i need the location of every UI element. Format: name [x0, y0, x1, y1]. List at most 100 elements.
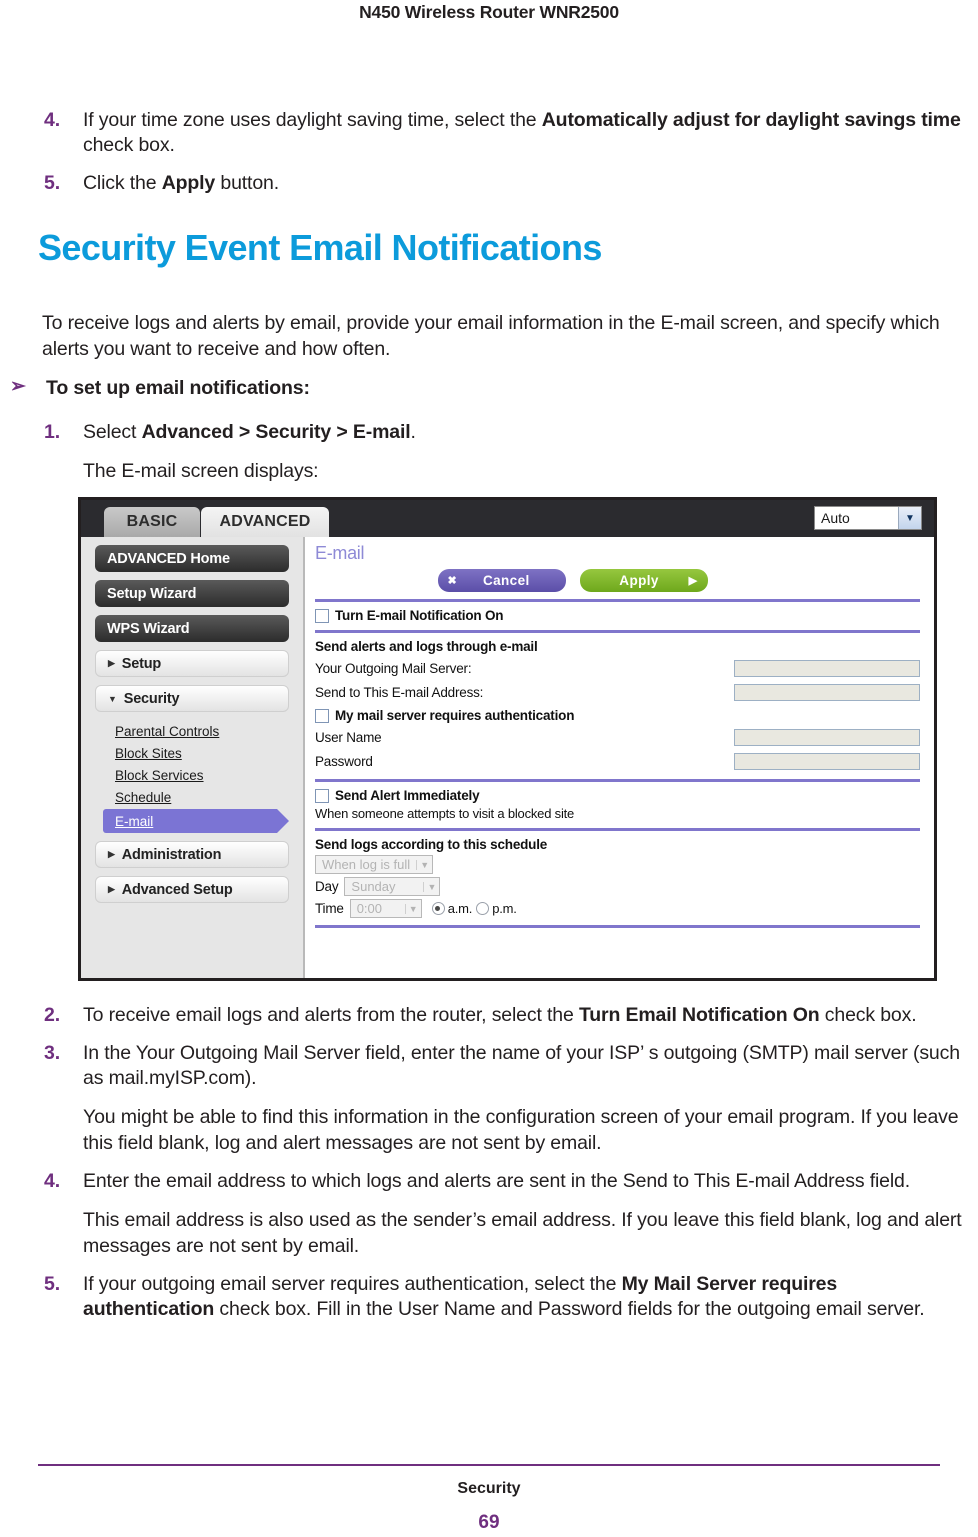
- step-number: 4.: [44, 109, 60, 131]
- screenshot-topbar: BASIC ADVANCED Auto ▼: [81, 500, 934, 537]
- step-text: If your outgoing email server requires a…: [83, 1273, 925, 1320]
- schedule-day-row: Day Sunday ▼: [315, 877, 920, 896]
- schedule-day-label: Day: [315, 879, 339, 894]
- schedule-day-value: Sunday: [351, 879, 396, 894]
- language-select[interactable]: Auto ▼: [814, 506, 922, 530]
- divider: [315, 779, 920, 782]
- password-input[interactable]: [734, 752, 920, 770]
- step-number: 3.: [44, 1042, 60, 1064]
- procedure-leadin: ➢ To set up email notifications:: [8, 376, 938, 400]
- footer-divider: [38, 1464, 940, 1466]
- sidebar-item-wps-wizard[interactable]: WPS Wizard: [95, 615, 289, 642]
- chevron-down-icon: ▼: [898, 507, 921, 529]
- arrow-right-icon: ▶: [688, 575, 698, 587]
- step-text: Enter the email address to which logs an…: [83, 1170, 910, 1192]
- schedule-frequency-select[interactable]: When log is full ▼: [315, 855, 434, 874]
- send-to-address-input[interactable]: [734, 683, 920, 701]
- screenshot-sidebar: ADVANCED Home Setup Wizard WPS Wizard ▶ …: [81, 537, 303, 978]
- sidebar-item-label: E-mail: [115, 813, 154, 829]
- tab-basic[interactable]: BASIC: [104, 507, 200, 537]
- step-text: Select Advanced > Security > E-mail.: [83, 421, 416, 443]
- screenshot-main-panel: E-mail ✖ Cancel Apply ▶ Turn E-mail Noti…: [303, 537, 934, 978]
- schedule-time-row: Time 0:00 ▼ a.m. p.m.: [315, 899, 920, 918]
- schedule-day-select[interactable]: Sunday ▼: [344, 877, 441, 896]
- tab-advanced[interactable]: ADVANCED: [201, 507, 329, 537]
- sidebar-item-schedule[interactable]: Schedule: [81, 786, 303, 808]
- sidebar-group-security[interactable]: ▼ Security: [95, 685, 289, 712]
- outgoing-mail-server-input[interactable]: [734, 659, 920, 677]
- running-head: N450 Wireless Router WNR2500: [359, 2, 619, 22]
- sidebar-item-label: Block Services: [115, 767, 204, 783]
- list-item: 5. If your outgoing email server require…: [38, 1272, 968, 1322]
- cancel-button-label: Cancel: [482, 573, 530, 588]
- send-alerts-heading: Send alerts and logs through e-mail: [315, 639, 538, 654]
- list-item: 5. Click the Apply button.: [38, 171, 968, 196]
- sidebar-group-setup[interactable]: ▶ Setup: [95, 650, 289, 677]
- list-item: 4. Enter the email address to which logs…: [38, 1169, 968, 1194]
- sidebar-item-block-sites[interactable]: Block Sites: [81, 742, 303, 764]
- intro-paragraph: To receive logs and alerts by email, pro…: [42, 312, 940, 360]
- apply-button[interactable]: Apply ▶: [579, 569, 708, 592]
- schedule-time-select[interactable]: 0:00 ▼: [349, 899, 422, 918]
- outgoing-mail-server-label: Your Outgoing Mail Server:: [315, 660, 472, 676]
- chevron-right-icon: ▶: [108, 849, 115, 859]
- step-3-note: You might be able to find this informati…: [83, 1106, 959, 1154]
- auth-required-row[interactable]: My mail server requires authentication: [315, 708, 920, 723]
- auth-required-checkbox[interactable]: [315, 708, 329, 723]
- screenshot-caption: The E-mail screen displays:: [83, 460, 319, 482]
- chevron-down-icon: ▼: [404, 903, 421, 914]
- sidebar-item-email[interactable]: E-mail: [103, 809, 289, 833]
- list-item: 2. To receive email logs and alerts from…: [38, 1003, 968, 1028]
- sidebar-item-block-services[interactable]: Block Services: [81, 764, 303, 786]
- footer-page-number: 69: [478, 1512, 500, 1533]
- footer-chapter: Security: [457, 1480, 521, 1497]
- schedule-heading: Send logs according to this schedule: [315, 837, 548, 852]
- send-alert-immediately-row[interactable]: Send Alert Immediately: [315, 788, 920, 803]
- sidebar-item-parental-controls[interactable]: Parental Controls: [81, 720, 303, 742]
- turn-on-notification-checkbox[interactable]: [315, 608, 329, 623]
- close-icon: ✖: [447, 575, 458, 587]
- username-row: User Name: [315, 726, 920, 748]
- top-steps-block: 4. If your time zone uses daylight savin…: [38, 108, 968, 209]
- sidebar-group-advanced-setup-label: Advanced Setup: [121, 881, 233, 898]
- step-number: 4.: [44, 1170, 60, 1192]
- send-to-address-row: Send to This E-mail Address:: [315, 681, 920, 703]
- pm-radio[interactable]: [476, 902, 490, 915]
- divider: [315, 925, 920, 928]
- username-input[interactable]: [734, 728, 920, 746]
- sidebar-group-setup-label: Setup: [121, 655, 162, 672]
- arrow-bullet-icon: ➢: [10, 376, 26, 397]
- step-number: 5.: [44, 1273, 60, 1295]
- divider: [315, 599, 920, 602]
- sidebar-group-security-label: Security: [123, 690, 180, 707]
- router-admin-screenshot: BASIC ADVANCED Auto ▼ ADVANCED Home Setu…: [78, 497, 937, 981]
- list-item: 3. In the Your Outgoing Mail Server fiel…: [38, 1041, 968, 1091]
- divider: [315, 828, 920, 831]
- cancel-button[interactable]: ✖ Cancel: [437, 569, 566, 592]
- send-alert-immediately-note: When someone attempts to visit a blocked…: [315, 806, 575, 821]
- password-row: Password: [315, 750, 920, 772]
- step-number: 1.: [44, 421, 60, 443]
- sidebar-item-setup-wizard[interactable]: Setup Wizard: [95, 580, 289, 607]
- send-alert-immediately-checkbox[interactable]: [315, 788, 329, 803]
- sidebar-group-administration[interactable]: ▶ Administration: [95, 841, 289, 868]
- turn-on-notification-row[interactable]: Turn E-mail Notification On: [315, 608, 920, 623]
- step-4-note: This email address is also used as the s…: [83, 1209, 962, 1257]
- step-number: 5.: [44, 172, 60, 194]
- list-item: 1. Select Advanced > Security > E-mail.: [38, 420, 968, 445]
- sidebar-item-label: Parental Controls: [115, 723, 220, 739]
- panel-button-row: ✖ Cancel Apply ▶: [315, 569, 920, 592]
- chevron-down-icon: ▼: [108, 693, 117, 704]
- am-label: a.m.: [447, 901, 473, 916]
- panel-title: E-mail: [315, 543, 365, 563]
- sidebar-group-advanced-setup[interactable]: ▶ Advanced Setup: [95, 876, 289, 903]
- sidebar-item-advanced-home[interactable]: ADVANCED Home: [95, 545, 289, 572]
- step-text: Click the Apply button.: [83, 172, 279, 194]
- step-text: To receive email logs and alerts from th…: [83, 1004, 917, 1026]
- schedule-frequency-row: When log is full ▼: [315, 855, 920, 874]
- list-item: 4. If your time zone uses daylight savin…: [38, 108, 968, 158]
- am-radio[interactable]: [431, 902, 445, 915]
- chevron-right-icon: ▶: [108, 658, 115, 668]
- divider: [315, 630, 920, 633]
- step-text: In the Your Outgoing Mail Server field, …: [83, 1042, 960, 1089]
